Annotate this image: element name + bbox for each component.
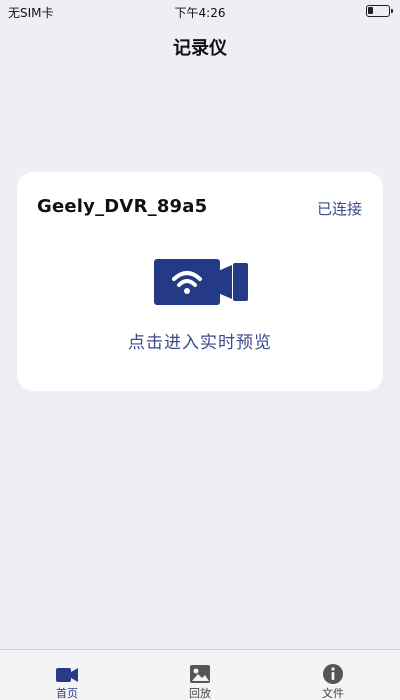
camera-icon: [56, 668, 78, 682]
battery-level: [368, 7, 373, 14]
battery-icon: [366, 5, 393, 17]
info-icon: [323, 664, 343, 684]
live-preview-link[interactable]: 点击进入实时预览: [17, 328, 383, 353]
wifi-camera-icon[interactable]: [154, 257, 248, 307]
tab-home-label: 首页: [56, 687, 78, 700]
tab-playback-label: 回放: [189, 687, 211, 700]
connection-status: 已连接: [316, 200, 362, 218]
status-bar: 无SIM卡 下午4:26: [0, 0, 400, 22]
image-icon: [190, 665, 210, 683]
tab-bar: 首页 回放 文件: [0, 649, 400, 700]
page-title: 记录仪: [173, 38, 227, 59]
tab-playback[interactable]: 回放: [160, 650, 240, 700]
device-card[interactable]: Geely_DVR_89a5 已连接 点击进入实时预览: [17, 172, 383, 391]
app-screen: 无SIM卡 下午4:26 记录仪 Geely_DVR_89a5 已连接 点击进入…: [0, 0, 400, 700]
status-time: 下午4:26: [174, 6, 226, 20]
tab-home[interactable]: 首页: [27, 650, 107, 700]
tab-files[interactable]: 文件: [293, 650, 373, 700]
tab-files-label: 文件: [322, 687, 344, 700]
device-name: Geely_DVR_89a5: [37, 196, 208, 217]
